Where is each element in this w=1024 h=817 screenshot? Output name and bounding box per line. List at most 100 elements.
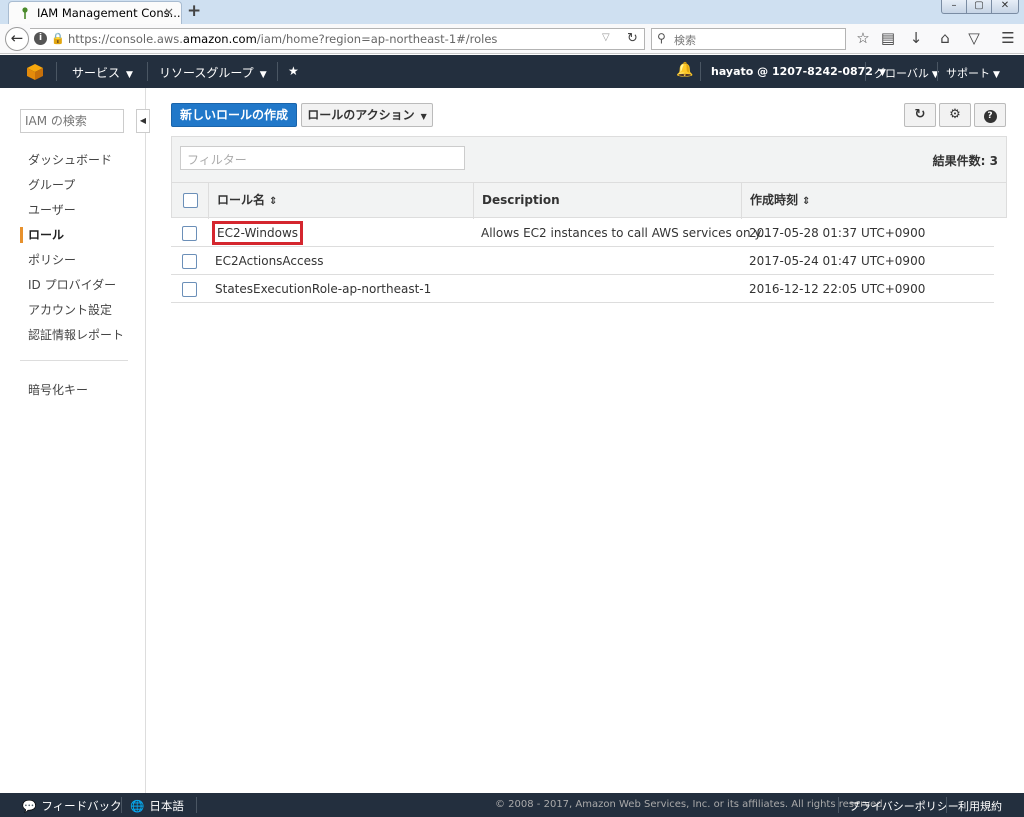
nav-separator [56, 62, 57, 81]
sidebar-collapse-icon[interactable]: ◀ [136, 109, 150, 133]
role-actions-button[interactable]: ロールのアクション ▼ [301, 103, 433, 127]
sidebar-item-users[interactable]: ユーザー [28, 201, 76, 218]
search-placeholder: 検索 [674, 34, 696, 47]
chevron-down-icon: ▼ [993, 70, 1000, 80]
iam-search-input[interactable] [20, 109, 124, 133]
row-checkbox[interactable] [182, 282, 197, 297]
key-favicon-icon [22, 7, 28, 19]
info-icon[interactable]: i [34, 32, 47, 45]
resource-groups-menu[interactable]: リソースグループ ▼ [159, 64, 267, 81]
tab-close-icon[interactable]: × [164, 5, 174, 19]
sort-icon[interactable]: ⇕ [802, 196, 810, 207]
footer-separator [121, 797, 122, 813]
new-tab-icon[interactable]: + [187, 1, 201, 21]
url-bar[interactable]: i 🔒 https://console.aws.amazon.com/iam/h… [30, 28, 645, 50]
sort-icon[interactable]: ⇕ [269, 196, 277, 207]
speech-bubble-icon: 💬 [22, 799, 37, 813]
copyright-text: © 2008 - 2017, Amazon Web Services, Inc.… [495, 799, 886, 810]
create-role-button[interactable]: 新しいロールの作成 [171, 103, 297, 127]
home-icon[interactable]: ⌂ [935, 29, 955, 47]
role-name-link[interactable]: EC2-Windows [212, 221, 304, 245]
gear-icon[interactable]: ⚙ [939, 103, 971, 127]
aws-cube-logo-icon[interactable] [26, 63, 44, 81]
footer-separator [196, 797, 197, 813]
role-created-time: 2016-12-12 22:05 UTC+0900 [749, 282, 926, 296]
table-row[interactable]: StatesExecutionRole-ap-northeast-1 2016-… [171, 275, 994, 303]
globe-icon: 🌐 [130, 799, 145, 813]
sidebar-item-groups[interactable]: グループ [28, 176, 75, 193]
terms-link[interactable]: 利用規約 [958, 798, 1002, 814]
pocket-icon[interactable]: ▽ [964, 29, 984, 47]
services-menu[interactable]: サービス ▼ [72, 64, 133, 81]
support-menu[interactable]: サポート ▼ [946, 65, 1000, 81]
privacy-policy-link[interactable]: プライバシーポリシー [849, 798, 959, 814]
iam-sidebar: ◀ ダッシュボード グループ ユーザー ロール ポリシー ID プロバイダー ア… [0, 88, 150, 793]
download-icon[interactable]: ↓ [906, 29, 926, 47]
table-row[interactable]: EC2ActionsAccess 2017-05-24 01:47 UTC+09… [171, 247, 994, 275]
role-created-time: 2017-05-28 01:37 UTC+0900 [749, 226, 926, 240]
account-menu[interactable]: hayato @ 1207-8242-0872 ▼ [711, 65, 886, 78]
browser-search-input[interactable]: ⚲ 検索 [651, 28, 846, 50]
filter-input[interactable]: フィルター [180, 146, 465, 170]
result-count: 結果件数: 3 [932, 154, 998, 168]
roles-table: フィルター 結果件数: 3 ロール名 ⇕ Description 作成時刻 ⇕ [171, 136, 1007, 219]
browser-tab[interactable]: IAM Management Cons... × [8, 1, 182, 24]
tab-title: IAM Management Cons... [37, 6, 181, 20]
sidebar-item-roles[interactable]: ロール [28, 226, 64, 243]
url-dropdown-icon[interactable]: ▽ [602, 32, 610, 43]
reading-list-icon[interactable]: ▤ [878, 29, 898, 47]
back-arrow-icon[interactable]: ← [5, 27, 29, 51]
lock-icon: 🔒 [51, 32, 65, 45]
select-all-checkbox[interactable] [183, 193, 198, 208]
pin-icon[interactable]: ★ [288, 64, 299, 78]
feedback-link[interactable]: 💬 フィードバック [22, 798, 122, 814]
role-name-link[interactable]: StatesExecutionRole-ap-northeast-1 [215, 282, 431, 296]
role-name-link[interactable]: EC2ActionsAccess [215, 254, 324, 268]
nav-separator [865, 62, 866, 81]
language-selector[interactable]: 🌐 日本語 [130, 798, 184, 814]
column-header-description[interactable]: Description [474, 183, 742, 219]
chevron-down-icon: ▼ [420, 112, 427, 121]
browser-tab-bar: IAM Management Cons... × + – ▢ ✕ [0, 0, 1024, 24]
sidebar-item-identity-providers[interactable]: ID プロバイダー [28, 276, 116, 293]
nav-separator [937, 62, 938, 81]
role-actions-label: ロールのアクション [307, 108, 415, 122]
chevron-down-icon: ▼ [259, 70, 267, 80]
footer-separator [946, 797, 947, 813]
url-text: https://console.aws.amazon.com/iam/home?… [68, 32, 498, 46]
help-icon[interactable]: ? [974, 103, 1006, 127]
table-row[interactable]: EC2-Windows Allows EC2 instances to call… [171, 219, 994, 247]
bookmark-star-icon[interactable]: ☆ [853, 29, 873, 47]
sidebar-item-credential-report[interactable]: 認証情報レポート [28, 326, 124, 343]
role-description: Allows EC2 instances to call AWS service… [481, 226, 772, 240]
region-menu[interactable]: グローバル ▼ [874, 65, 939, 81]
sidebar-item-account-settings[interactable]: アカウント設定 [28, 301, 112, 318]
aws-nav-bar: サービス ▼ リソースグループ ▼ ★ 🔔 hayato @ 1207-8242-0… [0, 55, 1024, 88]
sidebar-item-encryption-keys[interactable]: 暗号化キー [28, 381, 88, 398]
row-checkbox[interactable] [182, 254, 197, 269]
chevron-down-icon: ▼ [126, 70, 133, 80]
column-header-role-name[interactable]: ロール名 ⇕ [209, 183, 474, 219]
search-icon: ⚲ [657, 31, 666, 45]
window-maximize-button[interactable]: ▢ [966, 0, 992, 14]
header-checkbox-cell [172, 183, 209, 219]
sidebar-item-dashboard[interactable]: ダッシュボード [28, 151, 112, 168]
console-footer: 💬 フィードバック 🌐 日本語 © 2008 - 2017, Amazon Web … [0, 793, 1024, 817]
nav-separator [700, 62, 701, 81]
refresh-icon[interactable]: ↻ [904, 103, 936, 127]
reload-icon[interactable]: ↻ [627, 31, 638, 46]
nav-separator [147, 62, 148, 81]
nav-separator [277, 62, 278, 81]
column-header-created[interactable]: 作成時刻 ⇕ [742, 183, 1006, 219]
bell-icon[interactable]: 🔔 [676, 62, 693, 78]
role-created-time: 2017-05-24 01:47 UTC+0900 [749, 254, 926, 268]
sidebar-divider [20, 360, 128, 361]
sidebar-item-policies[interactable]: ポリシー [28, 251, 76, 268]
row-checkbox[interactable] [182, 226, 197, 241]
table-header: ロール名 ⇕ Description 作成時刻 ⇕ [172, 182, 1006, 219]
footer-separator [838, 797, 839, 813]
window-minimize-button[interactable]: – [941, 0, 967, 14]
menu-icon[interactable]: ☰ [998, 29, 1018, 47]
window-close-button[interactable]: ✕ [991, 0, 1019, 14]
active-item-marker [20, 227, 23, 243]
